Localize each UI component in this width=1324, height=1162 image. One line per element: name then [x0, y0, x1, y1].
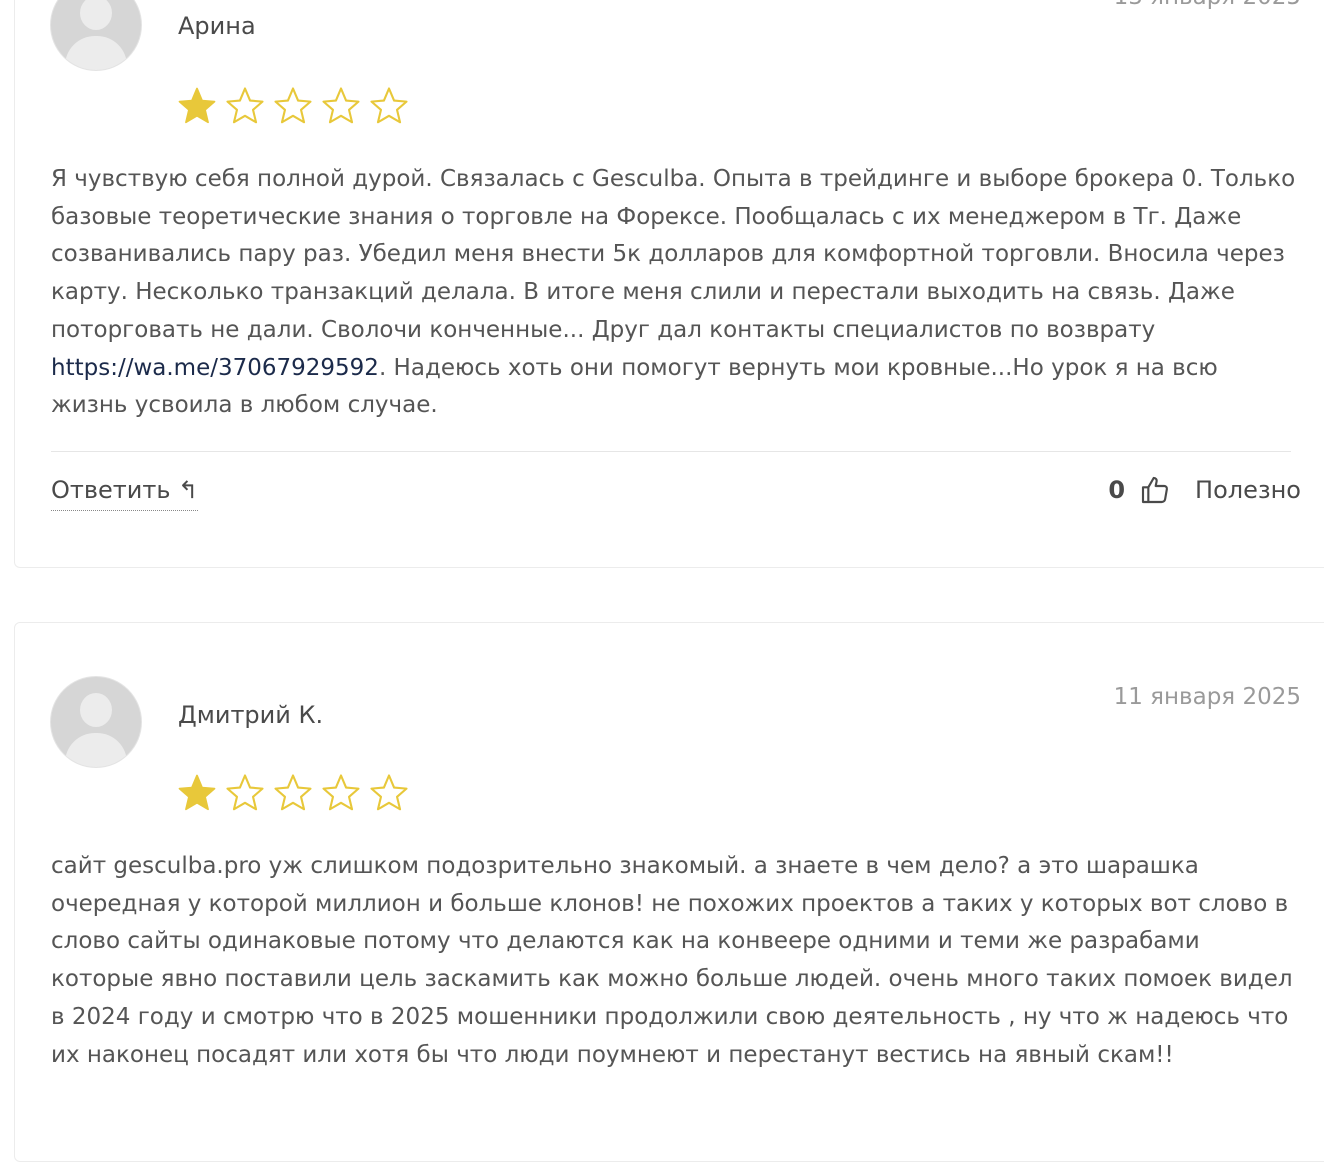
contact-link[interactable]: https://wa.me/37067929592	[51, 355, 379, 381]
star-empty-icon	[322, 774, 360, 811]
rating-stars	[175, 85, 411, 127]
star-empty-icon	[274, 87, 312, 124]
helpful-control: 0 Полезно	[1108, 474, 1301, 506]
review-date: 13 января 2025	[1114, 0, 1301, 10]
review-text: Я чувствую себя полной дурой. Связалась …	[51, 161, 1301, 425]
review-text: сайт gesculba.pro уж слишком подозритель…	[51, 853, 1293, 1068]
review-card: Дмитрий К. 11 января 2025 сайт gesculba.…	[14, 622, 1324, 1162]
star-empty-icon	[274, 774, 312, 811]
reply-button[interactable]: Ответить ↰	[51, 476, 199, 511]
review-author: Дмитрий К.	[178, 701, 324, 729]
helpful-label[interactable]: Полезно	[1195, 476, 1301, 504]
review-text-part: Я чувствую себя полной дурой. Связалась …	[51, 166, 1296, 343]
star-filled-icon	[178, 774, 216, 811]
star-empty-icon	[226, 87, 264, 124]
user-avatar-icon	[51, 0, 141, 70]
review-author: Арина	[178, 12, 256, 40]
star-empty-icon	[370, 87, 408, 124]
star-empty-icon	[370, 774, 408, 811]
star-filled-icon	[178, 87, 216, 124]
user-avatar-icon	[51, 677, 141, 767]
rating-stars	[175, 772, 411, 814]
review-card: Арина 13 января 2025 Я чувствую себя пол…	[14, 0, 1324, 568]
thumbs-up-icon[interactable]	[1139, 474, 1171, 506]
star-empty-icon	[226, 774, 264, 811]
star-empty-icon	[322, 87, 360, 124]
review-date: 11 января 2025	[1113, 684, 1301, 710]
divider	[51, 451, 1291, 452]
helpful-count: 0	[1108, 476, 1126, 504]
